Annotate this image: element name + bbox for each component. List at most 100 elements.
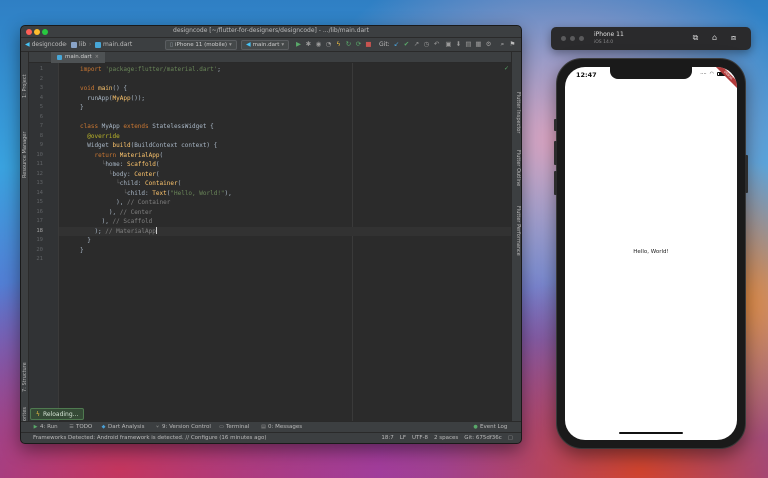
rollback-icon[interactable]: ↶ [433,41,440,48]
device-manager-icon[interactable]: ▤ [465,41,472,48]
status-widgets: 18:7 LF UTF-8 2 spaces Git: 675df36c ▢ [381,435,513,441]
run-icon[interactable]: ▶ [295,41,302,48]
code-line[interactable]: ), // Container [59,198,511,208]
git-commit-icon[interactable]: ✔ [403,41,410,48]
git-push-icon[interactable]: ↗ [413,41,420,48]
code-line[interactable] [59,255,511,265]
sync-icon[interactable]: ⟳ [355,41,362,48]
project-structure-icon[interactable]: ▦ [475,41,482,48]
search-icon[interactable]: ⌕ [499,41,506,48]
caret-position[interactable]: 18:7 [381,435,393,441]
status-message[interactable]: Frameworks Detected: Android framework i… [33,435,267,441]
close-window-button[interactable] [561,36,566,41]
code-line[interactable] [59,113,511,123]
code-text: @override [87,132,120,140]
phone-screen[interactable]: 12:47 ···· ◠ DEBUG Hello, World! [565,67,737,440]
code-line[interactable]: void main() { [59,84,511,94]
indent-setting[interactable]: 2 spaces [434,435,458,441]
power-button[interactable] [745,155,748,193]
code-text: class MyApp extends StatelessWidget { [80,123,214,130]
device-selector[interactable]: ▯ iPhone 11 (mobile) ▾ [165,40,237,50]
extra-icon[interactable]: ⚑ [509,41,516,48]
code-line[interactable]: runApp(MyApp()); [59,94,511,104]
git-update-icon[interactable]: ↙ [393,41,400,48]
line-number: 20 [36,246,43,253]
debug-icon[interactable]: ✱ [305,41,312,48]
flutter-inspector-tool-tab[interactable]: Flutter Inspector [515,92,521,133]
code-line[interactable]: ), // Scaffold [59,217,511,227]
resource-manager-tool-tab[interactable]: Resource Manager [22,132,28,178]
breadcrumb-file-label: main.dart [103,41,133,48]
line-number: 19 [36,237,43,243]
coverage-icon[interactable]: ◉ [315,41,322,48]
signal-icon: ···· [700,71,707,77]
avd-manager-icon[interactable]: ▣ [445,41,452,48]
home-indicator[interactable] [619,432,683,434]
code-line[interactable]: └child: Text("Hello, World!"), [59,189,511,199]
version-control-tool-button[interactable]: ⑂ 9: Version Control [155,424,211,430]
code-text: ), // Center [80,208,153,216]
volume-down-button[interactable] [554,171,557,195]
project-tool-tab[interactable]: 1: Project [22,74,28,98]
file-encoding[interactable]: UTF-8 [412,435,428,441]
screenshot-icon[interactable]: ⧉ [691,33,700,42]
code-line[interactable]: Widget build(BuildContext context) { [59,141,511,151]
sdk-manager-icon[interactable]: ⬇ [455,41,462,48]
code-line[interactable]: return MaterialApp( [59,151,511,161]
line-ending[interactable]: LF [400,435,406,441]
mute-switch[interactable] [554,119,557,131]
profile-icon[interactable]: ◔ [325,41,332,48]
flutter-outline-tool-tab[interactable]: Flutter Outline [515,150,521,186]
code-line[interactable]: class MyApp extends StatelessWidget { [59,122,511,132]
code-line[interactable] [59,75,511,85]
dart-analysis-tool-button[interactable]: ◆ Dart Analysis [101,424,145,430]
hot-reload-icon: ϟ [36,410,40,418]
code-line[interactable]: └home: Scaffold( [59,160,511,170]
code-editor[interactable]: ✓ import 'package:flutter/material.dart'… [59,63,511,421]
volume-up-button[interactable] [554,141,557,165]
event-log-tool-button[interactable]: ● Event Log [473,424,507,430]
breadcrumb-file[interactable]: main.dart [95,41,132,48]
code-line[interactable]: @override [59,132,511,142]
rotate-icon[interactable]: ⧈ [729,33,738,42]
code-line[interactable]: } [59,246,511,256]
dart-file-icon [57,55,62,60]
lock-icon[interactable]: ▢ [508,435,513,441]
structure-tool-tab[interactable]: 7: Structure [22,362,28,392]
todo-tool-button[interactable]: ☰ TODO [69,424,92,430]
git-branch[interactable]: Git: 675df36c [464,435,502,441]
flutter-performance-tool-tab[interactable]: Flutter Performance [515,206,521,256]
code-text: return MaterialApp( [94,151,164,159]
settings-icon[interactable]: ⚙ [485,41,492,48]
home-icon[interactable]: ⌂ [710,33,719,42]
code-text: } [80,246,84,254]
version-control-label: 9: Version Control [162,424,211,430]
code-text: runApp(MyApp()); [80,94,146,102]
code-line[interactable]: └body: Center( [59,170,511,180]
tab-main-dart[interactable]: main.dart × [51,52,105,63]
messages-tool-button[interactable]: ▤ 0: Messages [261,424,302,430]
hot-restart-icon[interactable]: ↻ [345,41,352,48]
stop-icon[interactable]: ■ [365,41,372,48]
messages-label: 0: Messages [268,424,303,430]
code-line[interactable]: └child: Container( [59,179,511,189]
hot-reload-icon[interactable]: ϟ [335,41,342,48]
zoom-window-button[interactable] [579,36,584,41]
breadcrumb-lib[interactable]: lib [71,41,86,48]
run-tool-button[interactable]: ▶ 4: Run [33,424,58,430]
terminal-tool-button[interactable]: ▭ Terminal [219,424,249,430]
event-log-icon: ● [473,423,478,430]
code-line[interactable]: import 'package:flutter/material.dart'; [59,65,511,75]
breadcrumb-project[interactable]: ◀ designcode [25,41,66,48]
run-config-selector[interactable]: ◀ main.dart ▾ [241,40,290,50]
ide-titlebar: designcode [~/flutter-for-designers/desi… [21,26,521,38]
history-icon[interactable]: ◷ [423,41,430,48]
code-line[interactable]: ); // MaterialApp [59,226,511,236]
code-line[interactable]: } [59,236,511,246]
minimize-window-button[interactable] [570,36,575,41]
code-text: └body: Center( [108,170,160,178]
close-tab-icon[interactable]: × [95,52,99,63]
todo-tool-label: TODO [76,424,93,430]
code-line[interactable]: ), // Center [59,208,511,218]
code-line[interactable]: } [59,103,511,113]
